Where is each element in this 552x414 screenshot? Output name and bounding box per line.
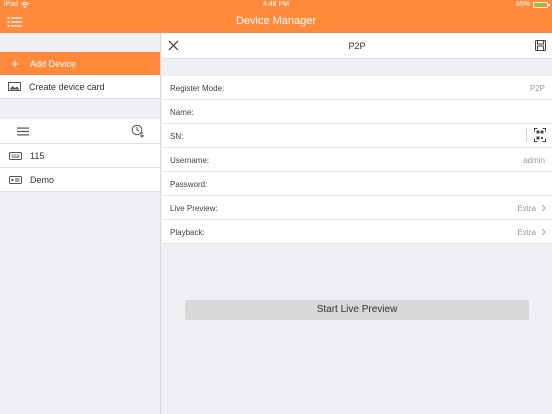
playback-field[interactable]: Playback: Extra bbox=[162, 220, 552, 244]
live-preview-label: Live Preview: bbox=[170, 204, 218, 213]
status-time: 4:46 PM bbox=[262, 1, 290, 8]
name-field[interactable]: Name: bbox=[162, 100, 552, 124]
sn-field[interactable]: SN: bbox=[162, 124, 552, 148]
detail-spacer bbox=[162, 59, 552, 76]
device-list-toolbar bbox=[0, 119, 160, 144]
name-label: Name: bbox=[170, 108, 194, 117]
clock-sort-icon[interactable] bbox=[131, 124, 145, 138]
create-device-card-label: Create device card bbox=[29, 81, 105, 92]
device-list-item[interactable]: 115 bbox=[0, 144, 160, 168]
plus-icon: + bbox=[11, 56, 19, 71]
detail-header: P2P bbox=[162, 33, 552, 59]
qr-scan-area bbox=[526, 128, 546, 142]
password-label: Password: bbox=[170, 180, 208, 189]
username-field[interactable]: Username: admin bbox=[162, 148, 552, 172]
detail-title: P2P bbox=[348, 41, 366, 51]
device-name: Demo bbox=[30, 174, 55, 185]
playback-label: Playback: bbox=[170, 228, 205, 237]
register-mode-field[interactable]: Register Mode: P2P bbox=[162, 76, 552, 100]
username-value: admin bbox=[523, 156, 545, 165]
left-panel: + Add Device Create device card 115 Demo bbox=[0, 33, 161, 414]
playback-value: Extra bbox=[517, 228, 536, 237]
username-label: Username: bbox=[170, 156, 210, 165]
register-mode-label: Register Mode: bbox=[170, 84, 225, 93]
save-icon[interactable] bbox=[535, 40, 546, 51]
device-list-item[interactable]: Demo bbox=[0, 168, 160, 192]
add-device-label: Add Device bbox=[30, 58, 77, 69]
left-spacer-2 bbox=[0, 99, 160, 119]
left-spacer bbox=[0, 33, 160, 52]
status-right: 65% bbox=[515, 1, 550, 8]
create-device-card-item[interactable]: Create device card bbox=[0, 75, 160, 99]
start-live-preview-button[interactable]: Start Live Preview bbox=[185, 300, 529, 320]
page-title: Device Manager bbox=[235, 15, 317, 27]
add-device-button[interactable]: + Add Device bbox=[0, 52, 160, 75]
battery-icon bbox=[533, 1, 550, 8]
title-bar: Device Manager bbox=[0, 11, 552, 33]
device-name: 115 bbox=[30, 150, 45, 161]
chevron-right-icon bbox=[541, 228, 546, 236]
device-icon bbox=[0, 151, 30, 160]
live-preview-value: Extra bbox=[517, 204, 536, 213]
lines-icon[interactable] bbox=[17, 127, 29, 136]
image-card-icon bbox=[0, 82, 29, 91]
live-preview-field[interactable]: Live Preview: Extra bbox=[162, 196, 552, 220]
battery-percent: 65% bbox=[515, 1, 530, 8]
chevron-right-icon bbox=[541, 204, 546, 212]
password-field[interactable]: Password: bbox=[162, 172, 552, 196]
status-bar: iPad 4:46 PM 65% bbox=[0, 0, 552, 11]
qr-scan-icon[interactable] bbox=[534, 128, 546, 142]
register-mode-value: P2P bbox=[529, 84, 545, 93]
device-detail-panel: P2P Register Mode: P2P Name: SN: Usernam… bbox=[162, 33, 552, 414]
sn-label: SN: bbox=[170, 132, 184, 141]
device-icon bbox=[0, 175, 30, 184]
divider bbox=[526, 128, 527, 142]
